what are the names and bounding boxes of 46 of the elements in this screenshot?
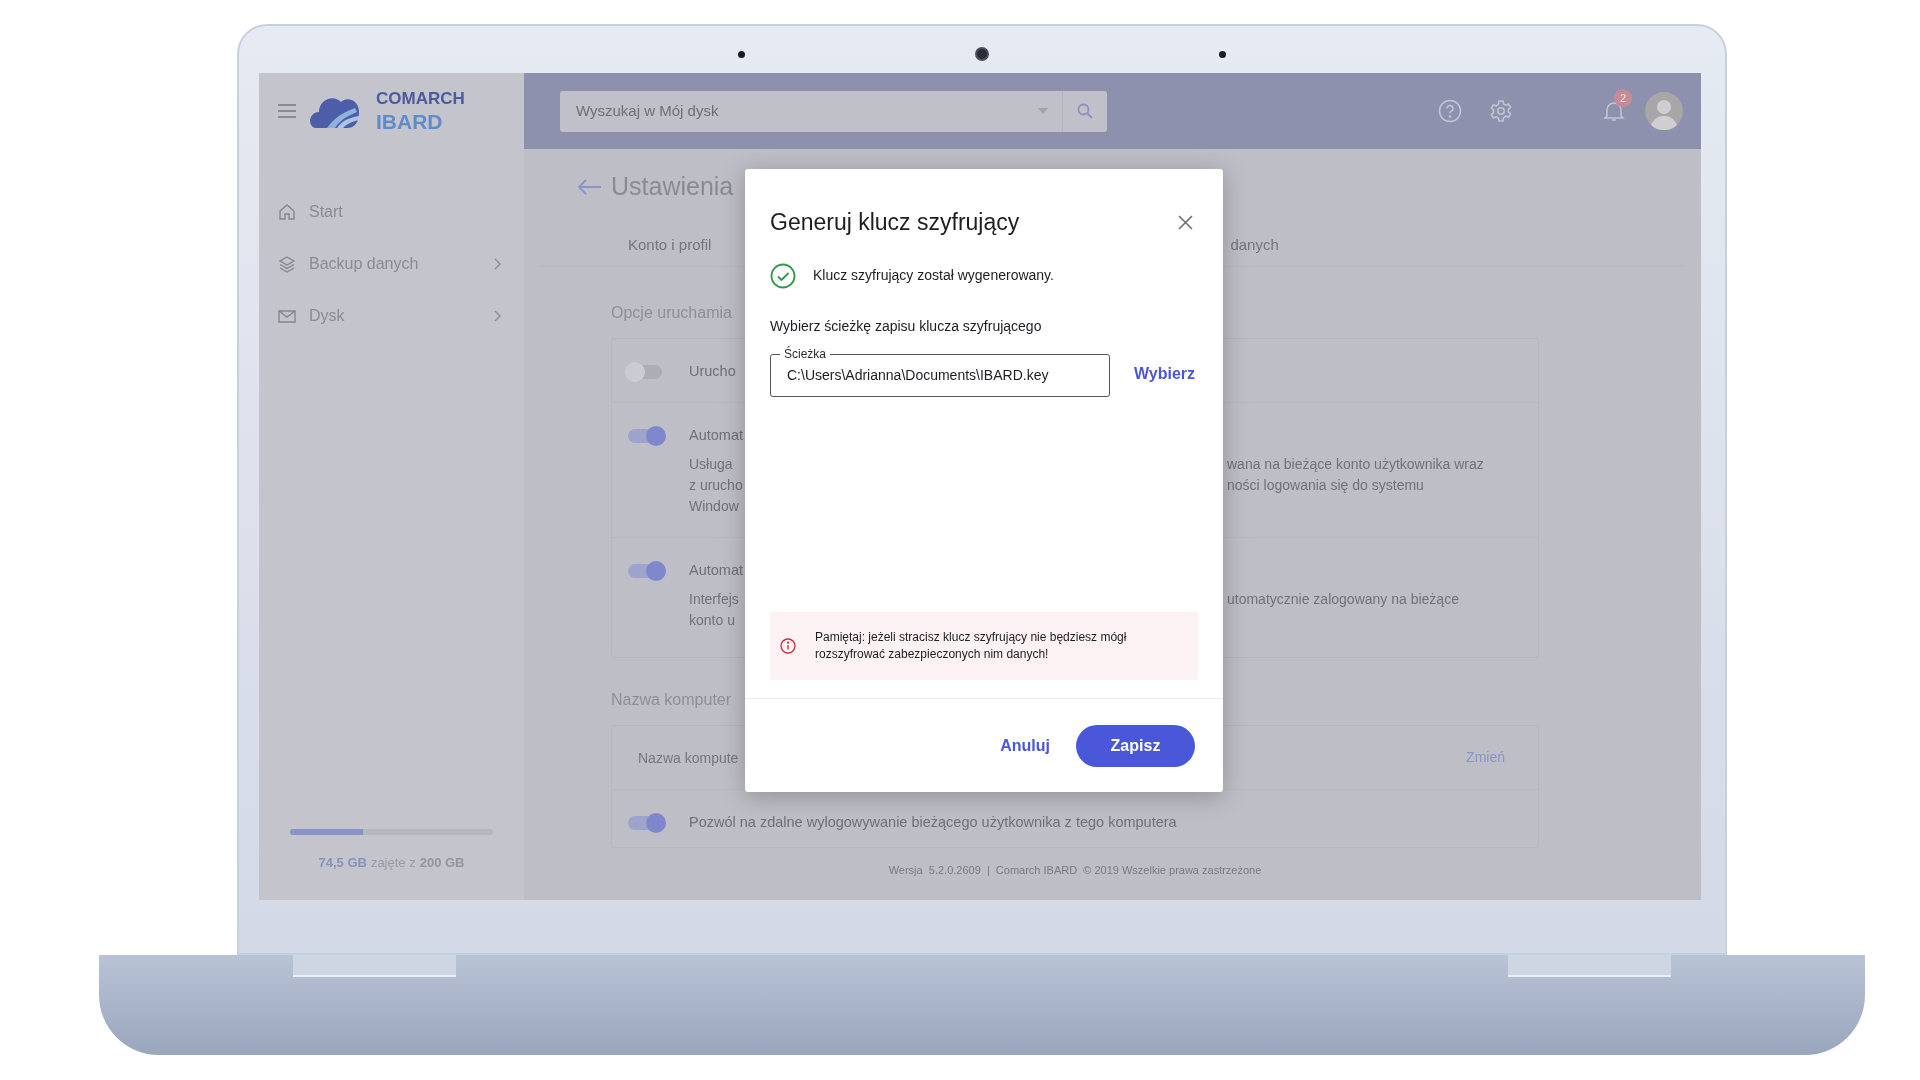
info-icon [780,637,796,654]
home-icon [278,203,296,221]
tab[interactable]: Konto i profil [628,225,712,266]
back-arrow-icon[interactable] [577,179,602,195]
setting-description: wana na bieżące konto użytkownika wraz [1227,456,1484,472]
toggle-switch[interactable] [628,364,662,379]
envelope-icon [278,308,296,324]
close-icon[interactable] [1178,214,1193,230]
logo-text: IBARD [376,110,444,132]
logo-text: COMARCH [376,89,465,107]
setting-label: Urucho [689,363,736,379]
warning-text: Pamiętaj: jeżeli stracisz klucz szyfrujący nie będziesz mógł rozszyfrować zabezpieczonych nim danych! [815,628,1128,663]
notification-badge: 2 [1614,89,1632,107]
setting-description: Window [689,498,739,514]
setting-description: Usługa [689,456,733,472]
sidebar-item[interactable]: Start [259,186,524,238]
choose-button[interactable]: Wybierz [1134,361,1196,386]
help-icon[interactable] [1438,99,1462,123]
search-field[interactable]: Wyszukaj w Mój dysk [560,90,1107,132]
dialog-title: Generuj klucz szyfrujący [770,208,1020,237]
setting-description: konto u [689,612,735,628]
setting-description: z urucho [689,477,743,493]
footer-text: Wersja 5.2.0.2609 | Comarch IBARD © 2019 Wszelkie prawa zastrzeżone [888,863,1262,878]
avatar[interactable] [1645,92,1683,130]
settings-icon[interactable] [1489,99,1513,123]
save-button[interactable]: Zapisz [1076,724,1195,767]
layers-icon [278,255,296,273]
success-message: Klucz szyfrujący został wygenerowany. [813,266,1054,285]
dropdown-caret-icon [1038,108,1048,114]
setting-description: utomatycznie zalogowany na bieżące [1227,591,1459,607]
computer-name-field[interactable]: Nazwa kompute [638,749,739,766]
menu-icon[interactable] [278,103,296,118]
setting-label: Automat [689,427,743,443]
path-prompt: Wybierz ścieżkę zapisu klucza szyfrującego [769,316,1043,336]
setting-description: Interfejs [689,591,739,607]
setting-label: Automat [689,562,743,578]
sidebar-item[interactable]: Dysk [259,290,524,342]
check-circle-icon [770,262,796,289]
tab[interactable]: danych [1230,225,1279,266]
sidebar-item[interactable]: Backup danych [259,238,524,290]
setting-description: ności logowania się do systemu [1227,477,1424,493]
search-icon [1077,103,1093,119]
setting-label: Pozwól na zdalne wylogowywanie bieżącego użytkownika z tego komputera [689,814,1177,830]
camera-lens [975,47,989,61]
cancel-button[interactable]: Anuluj [1000,733,1050,758]
storage-used: 74,5 GB [318,853,367,872]
